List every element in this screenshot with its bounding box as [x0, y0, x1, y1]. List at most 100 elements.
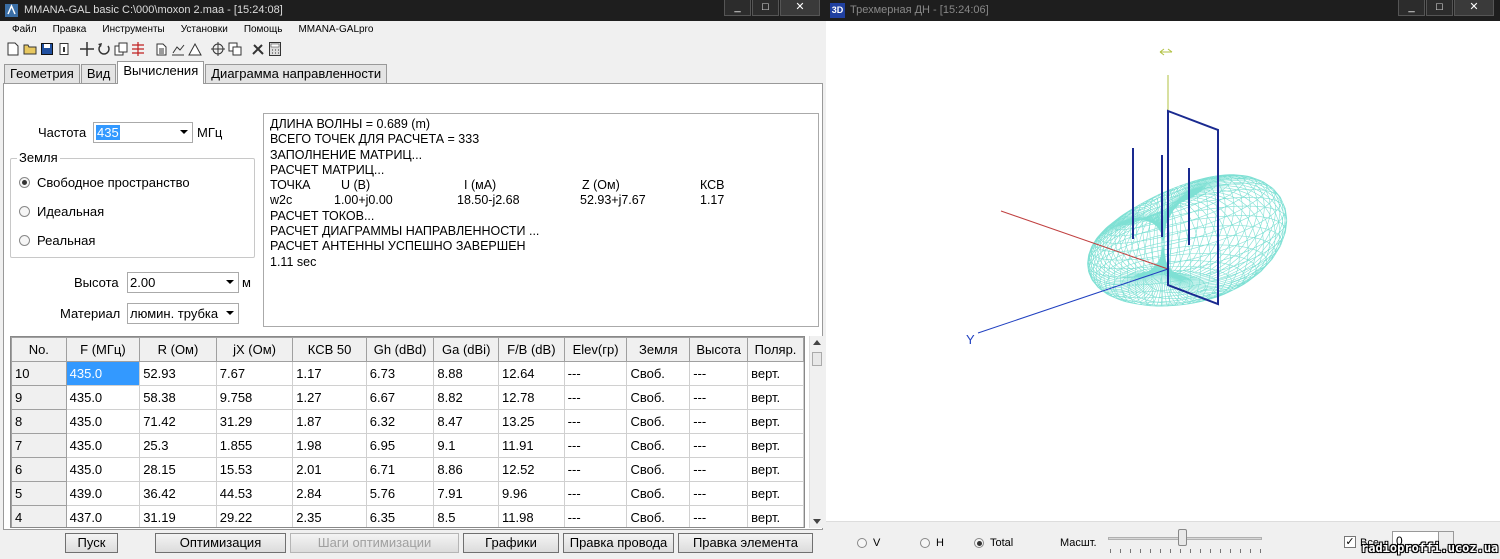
table-cell[interactable]: 8.88 — [433, 361, 499, 386]
table-cell[interactable]: 58.38 — [139, 385, 217, 410]
table-cell[interactable]: 11.91 — [498, 433, 565, 458]
table-row[interactable]: 6 435.0 28.15 15.53 2.01 6.71 8.86 12.52 --- Своб… — [11, 457, 804, 482]
table-cell[interactable]: 435.0 — [65, 457, 141, 482]
menu-edit[interactable]: Правка — [45, 21, 95, 38]
edit-element-button[interactable]: Правка элемента — [678, 533, 813, 553]
table-cell[interactable]: 6.32 — [365, 409, 435, 434]
table-cell[interactable]: Своб. — [626, 433, 691, 458]
table-cell[interactable]: 10 — [11, 361, 67, 386]
table-cell[interactable]: 1.17 — [292, 361, 367, 386]
table-row[interactable]: 7 435.0 25.3 1.855 1.98 6.95 9.1 11.91 --- Своб. -… — [11, 433, 804, 458]
table-cell[interactable]: Своб. — [626, 481, 691, 506]
table-row[interactable]: 4 437.0 31.19 29.22 2.35 6.35 8.5 11.98 --- Своб.… — [11, 505, 804, 527]
table-cell[interactable]: верт. — [747, 409, 804, 434]
chevron-down-icon[interactable] — [226, 280, 234, 284]
view-v-radio[interactable]: V — [857, 537, 880, 549]
material-combo[interactable]: люмин. трубка — [127, 303, 239, 324]
ground-free-space-radio[interactable]: Свободное пространство — [19, 175, 190, 190]
tab-pattern[interactable]: Диаграмма направленности — [205, 64, 388, 84]
move-icon[interactable] — [80, 42, 94, 56]
table-cell[interactable]: 437.0 — [65, 505, 141, 527]
table-cell[interactable]: 8.47 — [433, 409, 499, 434]
table-cell[interactable]: 1.87 — [292, 409, 367, 434]
minimize-button[interactable]: _ — [724, 0, 751, 16]
results-grid[interactable]: No. F (МГц) R (Ом) jX (Ом) КСВ 50 Gh (dBd) Ga … — [10, 336, 805, 528]
table-cell[interactable]: 7 — [11, 433, 67, 458]
table-cell[interactable]: 11.98 — [498, 505, 565, 527]
table-cell[interactable]: верт. — [747, 433, 804, 458]
table-cell[interactable]: 6.67 — [365, 385, 435, 410]
scroll-thumb[interactable] — [812, 352, 822, 366]
table-cell[interactable]: 9.758 — [215, 385, 294, 410]
table-cell[interactable]: верт. — [747, 505, 804, 527]
table-cell[interactable]: 9.96 — [498, 481, 565, 506]
optimization-steps-button[interactable]: Шаги оптимизации — [290, 533, 459, 553]
tools-icon[interactable] — [251, 42, 265, 56]
table-cell[interactable]: --- — [563, 433, 628, 458]
table-cell[interactable]: --- — [563, 505, 628, 527]
table-cell[interactable]: 8 — [11, 409, 67, 434]
table-cell[interactable]: 2.01 — [292, 457, 367, 482]
ground-real-radio[interactable]: Реальная — [19, 233, 95, 248]
target-icon[interactable] — [211, 42, 225, 56]
scale-slider-thumb[interactable] — [1178, 529, 1187, 546]
table-cell[interactable]: --- — [689, 457, 749, 482]
table-cell[interactable]: 435.0 — [65, 385, 141, 410]
table-cell[interactable]: --- — [563, 385, 628, 410]
table-cell[interactable]: Своб. — [626, 385, 691, 410]
scroll-down-icon[interactable] — [813, 519, 821, 524]
table-cell[interactable]: 31.29 — [215, 409, 294, 434]
table-row[interactable]: 9 435.0 58.38 9.758 1.27 6.67 8.82 12.78 --- Своб… — [11, 385, 804, 410]
radiation-pattern-3d[interactable]: Y — [826, 21, 1500, 521]
table-cell[interactable]: 6.71 — [365, 457, 435, 482]
table-cell[interactable]: 6.35 — [365, 505, 435, 527]
close-button[interactable]: ✕ — [780, 0, 820, 16]
table-cell[interactable]: --- — [689, 481, 749, 506]
table-cell[interactable]: --- — [689, 505, 749, 527]
table-cell[interactable]: 1.27 — [292, 385, 367, 410]
table-cell[interactable]: 7.67 — [215, 361, 294, 386]
menu-help[interactable]: Помощь — [236, 21, 291, 38]
edit-wire-button[interactable]: Правка провода — [563, 533, 674, 553]
table-cell[interactable]: 12.78 — [498, 385, 565, 410]
tab-geometry[interactable]: Геометрия — [4, 64, 80, 84]
table-cell[interactable]: 6.95 — [365, 433, 435, 458]
table-cell[interactable]: 2.84 — [292, 481, 367, 506]
menu-pro[interactable]: MMANA-GALpro — [290, 21, 381, 38]
column-header[interactable]: Elev(гр) — [563, 337, 628, 362]
info-icon[interactable] — [57, 42, 71, 56]
table-cell[interactable]: --- — [689, 433, 749, 458]
ground-perfect-radio[interactable]: Идеальная — [19, 204, 104, 219]
column-header[interactable]: F (МГц) — [65, 337, 141, 362]
table-cell[interactable]: 2.35 — [292, 505, 367, 527]
new-file-icon[interactable] — [6, 42, 20, 56]
table-cell[interactable]: Своб. — [626, 457, 691, 482]
open-folder-icon[interactable] — [23, 42, 37, 56]
table-row[interactable]: 5 439.0 36.42 44.53 2.84 5.76 7.91 9.96 --- Своб.… — [11, 481, 804, 506]
height-combo[interactable]: 2.00 — [127, 272, 239, 293]
graphs-button[interactable]: Графики — [463, 533, 559, 553]
table-cell[interactable]: 5.76 — [365, 481, 435, 506]
table-cell[interactable]: Своб. — [626, 361, 691, 386]
table-cell[interactable]: 435.0 — [65, 361, 141, 386]
pattern-title-bar[interactable]: 3D Трехмерная ДН - [15:24:06] _ □ ✕ — [826, 0, 1500, 21]
table-row[interactable]: 10 435.0 52.93 7.67 1.17 6.73 8.88 12.64 --- Своб… — [11, 361, 804, 386]
table-cell[interactable]: --- — [689, 409, 749, 434]
table-cell[interactable]: верт. — [747, 361, 804, 386]
menu-settings[interactable]: Установки — [173, 21, 236, 38]
table-cell[interactable]: 44.53 — [215, 481, 294, 506]
table-cell[interactable]: 8.86 — [433, 457, 499, 482]
column-header[interactable]: КСВ 50 — [292, 337, 367, 362]
table-cell[interactable]: --- — [689, 361, 749, 386]
wire-edit-icon[interactable] — [131, 42, 145, 56]
all-checkbox[interactable]: ✓ — [1344, 536, 1356, 548]
table-cell[interactable]: 9 — [11, 385, 67, 410]
maximize-button[interactable]: □ — [752, 0, 779, 16]
table-cell[interactable]: 8.5 — [433, 505, 499, 527]
column-header[interactable]: No. — [11, 337, 67, 362]
table-cell[interactable]: 25.3 — [139, 433, 217, 458]
chart-icon[interactable] — [171, 42, 185, 56]
table-cell[interactable]: 6.73 — [365, 361, 435, 386]
table-cell[interactable]: Своб. — [626, 505, 691, 527]
table-cell[interactable]: верт. — [747, 481, 804, 506]
